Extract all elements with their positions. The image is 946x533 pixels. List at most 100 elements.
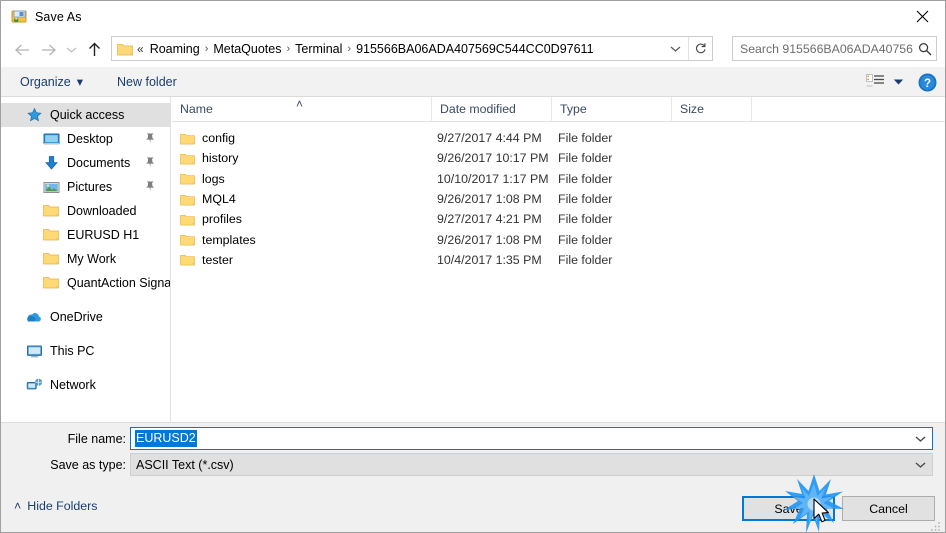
- column-header-date-modified[interactable]: Date modified: [432, 97, 552, 121]
- folder-icon: [180, 213, 195, 226]
- file-date-cell: 9/27/2017 4:44 PM: [437, 131, 542, 146]
- address-bar[interactable]: « Roaming › MetaQuotes › Terminal › 9155…: [111, 36, 713, 61]
- chevron-down-icon: [915, 461, 925, 468]
- breadcrumb-item-metaquotes[interactable]: MetaQuotes: [209, 42, 285, 56]
- hide-folders-button[interactable]: ˄ Hide Folders: [14, 499, 98, 513]
- breadcrumb-item-terminal[interactable]: Terminal: [291, 42, 346, 56]
- sidebar-item-network[interactable]: Network: [1, 373, 170, 397]
- close-icon: [916, 10, 928, 23]
- view-layout-icon[interactable]: [866, 74, 885, 90]
- sidebar-item-this-pc[interactable]: This PC: [1, 339, 170, 363]
- file-type-cell: File folder: [558, 212, 613, 227]
- back-button[interactable]: [9, 35, 35, 65]
- up-button[interactable]: [81, 35, 107, 65]
- file-name-label: File name:: [67, 432, 126, 446]
- breadcrumb-item-roaming[interactable]: Roaming: [146, 42, 204, 56]
- table-row[interactable]: profiles 9/27/2017 4:21 PM File folder: [172, 209, 945, 229]
- address-dropdown-button[interactable]: [664, 37, 686, 60]
- file-name-input[interactable]: EURUSD2: [130, 427, 933, 450]
- organize-button[interactable]: Organize ▾: [14, 71, 89, 93]
- column-header-label: Type: [560, 102, 587, 116]
- sidebar-item-my-work[interactable]: My Work: [1, 247, 170, 271]
- sidebar-item-quick-access[interactable]: Quick access: [1, 103, 170, 127]
- chevron-down-icon: [670, 46, 680, 52]
- search-icon: [914, 42, 936, 56]
- folder-icon: [180, 193, 195, 206]
- file-name-cell: history: [180, 151, 239, 165]
- table-row[interactable]: config 9/27/2017 4:44 PM File folder: [172, 128, 945, 148]
- table-row[interactable]: templates 9/26/2017 1:08 PM File folder: [172, 229, 945, 249]
- table-row[interactable]: logs 10/10/2017 1:17 PM File folder: [172, 169, 945, 189]
- folder-icon: [180, 233, 195, 246]
- sidebar-item-eurusd-h1[interactable]: EURUSD H1: [1, 223, 170, 247]
- file-date-cell: 9/26/2017 1:08 PM: [437, 192, 542, 207]
- file-name-cell: profiles: [180, 212, 242, 226]
- save-as-icon: [11, 9, 27, 25]
- pin-icon[interactable]: [144, 180, 156, 192]
- new-folder-button[interactable]: New folder: [111, 71, 183, 93]
- folder-icon: [43, 251, 60, 268]
- svg-text:?: ?: [924, 78, 931, 90]
- recent-locations-button[interactable]: [61, 35, 81, 65]
- pin-icon[interactable]: [144, 156, 156, 168]
- organize-label: Organize: [20, 74, 71, 89]
- help-icon[interactable]: ?: [918, 73, 937, 92]
- file-name-cell: logs: [180, 172, 225, 186]
- save-as-type-value: ASCII Text (*.csv): [136, 457, 234, 472]
- save-as-type-dropdown-button[interactable]: [910, 454, 930, 475]
- column-header-size[interactable]: Size: [672, 97, 752, 121]
- hide-folders-label: Hide Folders: [27, 499, 98, 513]
- file-name-label: config: [202, 131, 236, 146]
- file-type-cell: File folder: [558, 171, 613, 186]
- arrow-left-icon: [14, 44, 29, 55]
- arrow-up-icon: [88, 42, 100, 56]
- search-box[interactable]: Search 915566BA06ADA40756...: [732, 36, 937, 61]
- breadcrumb-item-terminal-id[interactable]: 915566BA06ADA407569C544CC0D97611: [352, 42, 597, 56]
- sidebar-item-label: This PC: [50, 344, 95, 358]
- save-as-type-select[interactable]: ASCII Text (*.csv): [130, 453, 933, 476]
- resize-grip[interactable]: [930, 518, 942, 531]
- table-row[interactable]: MQL4 9/26/2017 1:08 PM File folder: [172, 189, 945, 209]
- sidebar-item-pictures[interactable]: Pictures: [1, 175, 170, 199]
- sidebar-item-onedrive[interactable]: OneDrive: [1, 305, 170, 329]
- column-header-type[interactable]: Type: [552, 97, 672, 121]
- folder-icon: [180, 152, 195, 165]
- file-list-pane[interactable]: ˄ Name Date modified Type Size config 9/…: [172, 97, 945, 422]
- column-header-name[interactable]: Name: [172, 97, 432, 121]
- cancel-button[interactable]: Cancel: [842, 496, 935, 521]
- forward-button[interactable]: [35, 35, 61, 65]
- chevron-up-icon: ˄: [14, 499, 22, 513]
- search-input[interactable]: Search 915566BA06ADA40756...: [740, 42, 914, 56]
- sidebar-item-desktop[interactable]: Desktop: [1, 127, 170, 151]
- file-type-cell: File folder: [558, 151, 613, 166]
- sidebar-item-downloaded[interactable]: Downloaded: [1, 199, 170, 223]
- file-name-value: EURUSD2: [135, 430, 197, 447]
- refresh-button[interactable]: [688, 37, 712, 60]
- window-title: Save As: [35, 9, 82, 24]
- desktop-icon: [43, 131, 60, 148]
- file-name-dropdown-button[interactable]: [910, 428, 930, 449]
- file-date-cell: 10/4/2017 1:35 PM: [437, 252, 542, 267]
- folder-icon: [180, 132, 195, 145]
- chevron-down-icon: [893, 79, 904, 85]
- pin-icon[interactable]: [144, 132, 156, 144]
- table-row[interactable]: history 9/26/2017 10:17 PM File folder: [172, 148, 945, 168]
- sidebar-item-quantaction-signal[interactable]: QuantAction Signal: [1, 271, 170, 295]
- table-row[interactable]: tester 10/4/2017 1:35 PM File folder: [172, 250, 945, 270]
- folder-icon: [43, 227, 60, 244]
- breadcrumb-overflow[interactable]: «: [136, 42, 146, 56]
- save-as-dialog: Save As « Roaming › MetaQuotes › Termina…: [0, 0, 946, 533]
- title-bar: Save As: [1, 1, 945, 32]
- navigation-sidebar[interactable]: Quick access Desktop Documents Pictures …: [1, 97, 171, 422]
- save-button[interactable]: Save: [742, 496, 835, 521]
- close-button[interactable]: [899, 1, 945, 32]
- toolbar-right-group: ?: [866, 67, 937, 97]
- documents-download-icon: [43, 155, 60, 172]
- file-type-cell: File folder: [558, 252, 613, 267]
- sidebar-item-documents[interactable]: Documents: [1, 151, 170, 175]
- folder-icon: [43, 275, 60, 292]
- save-button-label: Save: [774, 501, 803, 516]
- sidebar-item-label: OneDrive: [50, 310, 103, 324]
- column-header-row: ˄ Name Date modified Type Size: [172, 97, 945, 122]
- view-dropdown-button[interactable]: [893, 73, 904, 91]
